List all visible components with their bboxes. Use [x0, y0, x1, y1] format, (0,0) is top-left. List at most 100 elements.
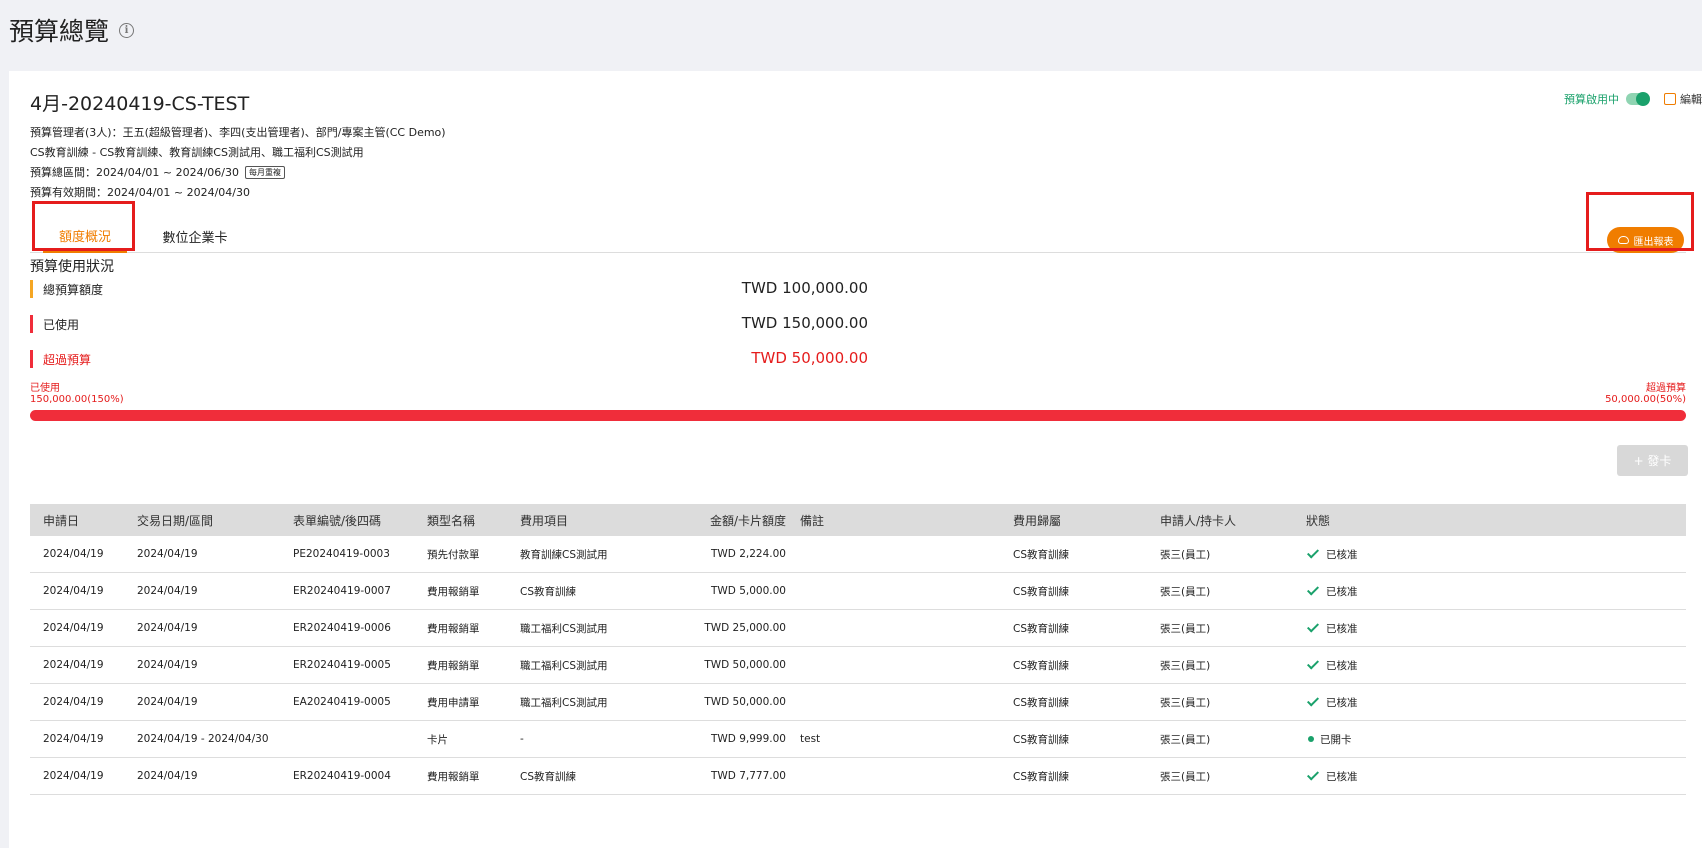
stat-total-budget: 總預算額度 TWD 100,000.00 [30, 279, 868, 301]
cost-center-cell: CS教育訓練 [1013, 548, 1069, 561]
progress-over-label: 超過預算 [1646, 383, 1686, 394]
note-cell: test [800, 733, 821, 745]
edit-button[interactable]: 編輯 [1664, 91, 1702, 107]
budget-actions: 預算啟用中 編輯 [1564, 91, 1702, 107]
apply-date-cell: 2024/04/19 [43, 770, 104, 782]
expense-item-cell: 職工福利CS測試用 [520, 622, 608, 635]
column-header[interactable]: 金額/卡片額度 [710, 504, 786, 536]
tab-highlight-box [32, 201, 135, 251]
form-number-cell: ER20240419-0007 [293, 585, 391, 597]
type-cell: 費用報銷單 [427, 659, 480, 672]
expense-item-cell: - [520, 733, 524, 745]
amount-cell: TWD 7,777.00 [711, 770, 786, 782]
budget-card: 4月-20240419-CS-TEST 預算啟用中 編輯 預算管理者(3人)：王… [9, 71, 1702, 848]
info-icon[interactable]: i [119, 22, 135, 38]
form-number-cell: EA20240419-0005 [293, 696, 391, 708]
transaction-date-cell: 2024/04/19 - 2024/04/30 [137, 733, 269, 745]
status-label: 已核准 [1326, 659, 1358, 672]
budget-enabled-label: 預算啟用中 [1564, 93, 1619, 106]
form-number-cell: PE20240419-0003 [293, 548, 390, 560]
column-header[interactable]: 類型名稱 [427, 504, 475, 536]
amount-cell: TWD 9,999.00 [711, 733, 786, 745]
check-icon [1306, 583, 1320, 596]
budget-period-line: 預算總區間：2024/04/01 ~ 2024/06/30 每月重複 [30, 164, 286, 180]
stat-value: TWD 150,000.00 [741, 314, 868, 332]
tab-digital-corporate-card[interactable]: 數位企業卡 [150, 220, 240, 253]
budget-progress-bar [30, 410, 1686, 421]
cost-center-cell: CS教育訓練 [1013, 696, 1069, 709]
table-row[interactable]: 2024/04/19 2024/04/19 ER20240419-0007 費用報銷單… [30, 573, 1686, 610]
status-cell: 已核准 [1306, 610, 1358, 646]
applicant-cell: 張三(員工) [1160, 585, 1211, 598]
page-title: 預算總覽 [9, 17, 110, 46]
apply-date-cell: 2024/04/19 [43, 733, 104, 745]
status-cell: 已核准 [1306, 684, 1358, 720]
column-header[interactable]: 狀態 [1306, 504, 1330, 536]
expense-item-cell: 職工福利CS測試用 [520, 659, 608, 672]
applicant-cell: 張三(員工) [1160, 548, 1211, 561]
status-cell: 已開卡 [1306, 721, 1352, 757]
table-row[interactable]: 2024/04/19 2024/04/19 EA20240419-0005 費用申請單… [30, 684, 1686, 721]
column-header[interactable]: 交易日期/區間 [137, 504, 213, 536]
stat-over-budget: 超過預算 TWD 50,000.00 [30, 349, 868, 371]
transaction-date-cell: 2024/04/19 [137, 770, 198, 782]
budget-valid-period: 預算有效期間：2024/04/01 ~ 2024/04/30 [30, 186, 251, 199]
expense-item-cell: CS教育訓練 [520, 770, 576, 783]
column-header[interactable]: 申請人/持卡人 [1160, 504, 1236, 536]
amount-cell: TWD 2,224.00 [711, 548, 786, 560]
status-label: 已核准 [1326, 770, 1358, 783]
status-label: 已開卡 [1320, 733, 1352, 746]
amount-cell: TWD 50,000.00 [704, 696, 786, 708]
issue-card-button[interactable]: + 發卡 [1617, 445, 1688, 476]
applicant-cell: 張三(員工) [1160, 696, 1211, 709]
amount-cell: TWD 5,000.00 [711, 585, 786, 597]
status-cell: 已核准 [1306, 758, 1358, 794]
check-icon [1306, 657, 1320, 670]
budget-period: 預算總區間：2024/04/01 ~ 2024/06/30 [30, 166, 240, 179]
cost-center-cell: CS教育訓練 [1013, 622, 1069, 635]
column-header[interactable]: 費用項目 [520, 504, 568, 536]
cost-center-cell: CS教育訓練 [1013, 585, 1069, 598]
status-label: 已核准 [1326, 585, 1358, 598]
stat-indicator [30, 280, 33, 298]
budget-enabled-toggle[interactable] [1626, 92, 1650, 106]
type-cell: 卡片 [427, 733, 448, 746]
stat-value: TWD 100,000.00 [741, 279, 868, 297]
transaction-date-cell: 2024/04/19 [137, 585, 198, 597]
column-header[interactable]: 備註 [800, 504, 824, 536]
progress-over-value: 50,000.00(50%) [1605, 394, 1686, 405]
table-row[interactable]: 2024/04/19 2024/04/19 ER20240419-0006 費用報銷單… [30, 610, 1686, 647]
type-cell: 費用報銷單 [427, 622, 480, 635]
stat-label: 已使用 [43, 318, 80, 332]
expense-item-cell: CS教育訓練 [520, 585, 576, 598]
expense-item-cell: 職工福利CS測試用 [520, 696, 608, 709]
status-label: 已核准 [1326, 622, 1358, 635]
form-number-cell: ER20240419-0004 [293, 770, 391, 782]
column-header[interactable]: 表單編號/後四碼 [293, 504, 381, 536]
stat-indicator [30, 315, 33, 333]
amount-cell: TWD 25,000.00 [704, 622, 786, 634]
table-row[interactable]: 2024/04/19 2024/04/19 ER20240419-0004 費用報銷單… [30, 758, 1686, 795]
column-header[interactable]: 申請日 [43, 504, 79, 536]
table-row[interactable]: 2024/04/19 2024/04/19 - 2024/04/30 卡片 - TWD … [30, 721, 1686, 758]
stat-label: 超過預算 [43, 353, 92, 367]
stat-value: TWD 50,000.00 [751, 349, 868, 367]
edit-icon [1664, 93, 1676, 105]
apply-date-cell: 2024/04/19 [43, 585, 104, 597]
table-row[interactable]: 2024/04/19 2024/04/19 PE20240419-0003 預先付款單… [30, 536, 1686, 573]
transaction-date-cell: 2024/04/19 [137, 622, 198, 634]
status-cell: 已核准 [1306, 573, 1358, 609]
form-number-cell: ER20240419-0006 [293, 622, 391, 634]
tab-bar: 額度概況 數位企業卡 [30, 220, 1686, 253]
applicant-cell: 張三(員工) [1160, 622, 1211, 635]
period-tag: 每月重複 [245, 166, 286, 179]
status-label: 已核准 [1326, 696, 1358, 709]
apply-date-cell: 2024/04/19 [43, 548, 104, 560]
status-cell: 已核准 [1306, 536, 1358, 572]
toggle-knob [1636, 92, 1650, 106]
table-row[interactable]: 2024/04/19 2024/04/19 ER20240419-0005 費用報銷單… [30, 647, 1686, 684]
expense-item-cell: 教育訓練CS測試用 [520, 548, 608, 561]
apply-date-cell: 2024/04/19 [43, 696, 104, 708]
amount-cell: TWD 50,000.00 [704, 659, 786, 671]
column-header[interactable]: 費用歸屬 [1013, 504, 1061, 536]
